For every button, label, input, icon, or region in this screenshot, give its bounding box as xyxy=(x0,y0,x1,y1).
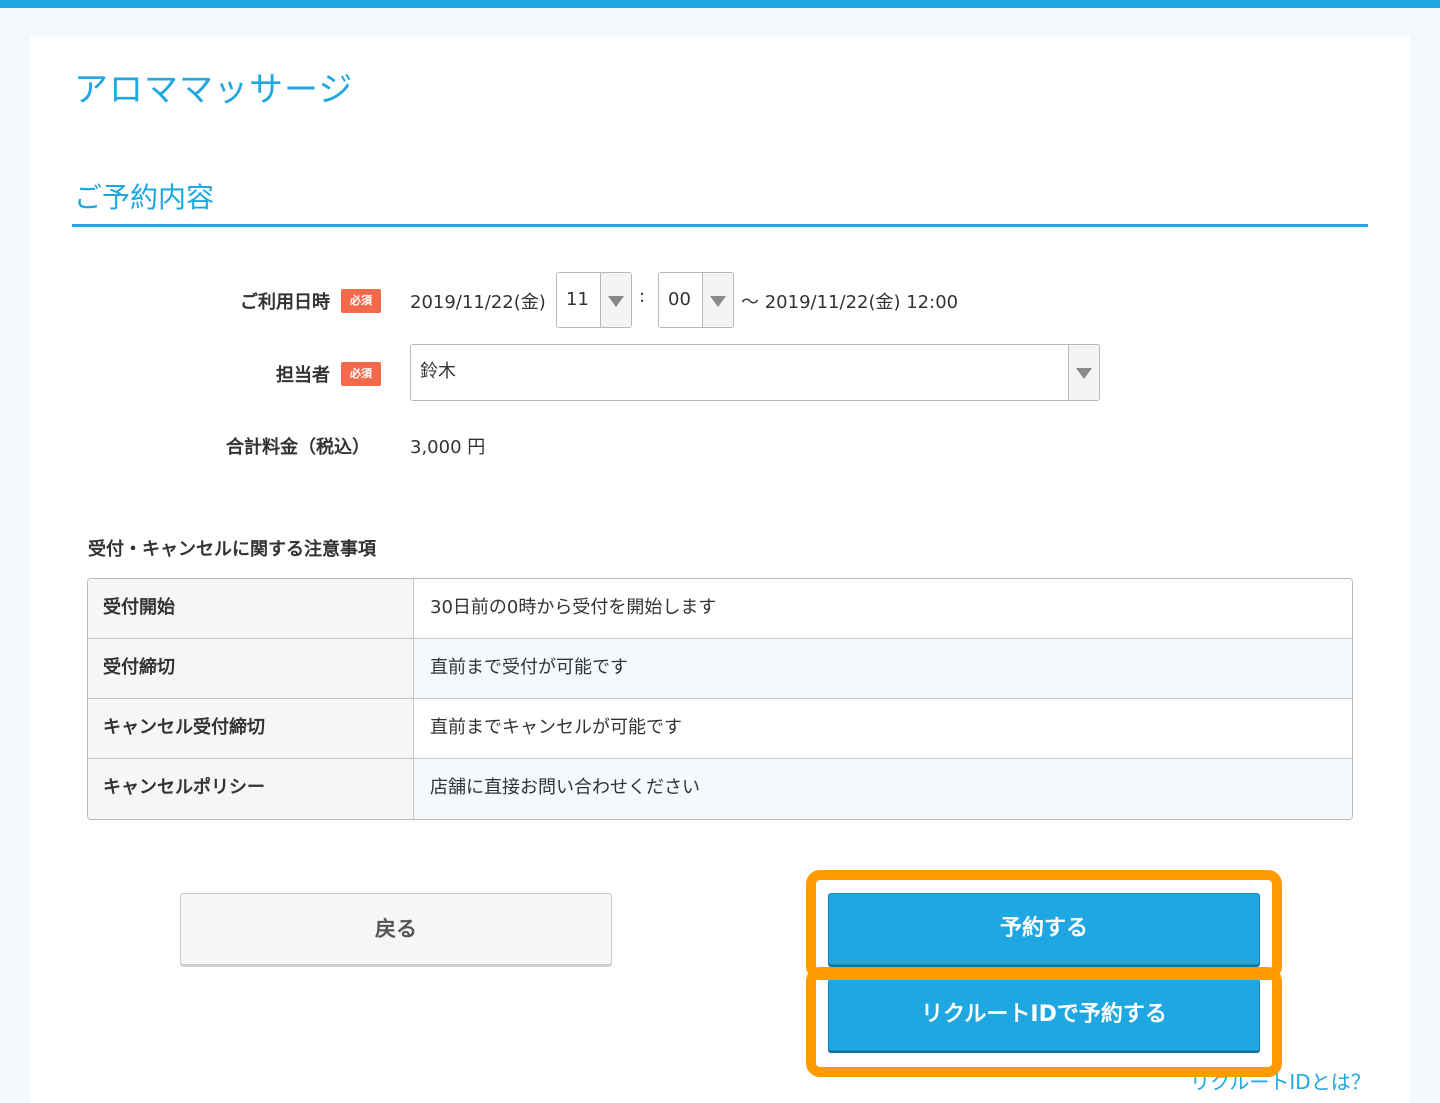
total-label: 合計料金（税込） xyxy=(226,437,370,458)
minute-select-arrow[interactable] xyxy=(702,273,733,327)
table-row: キャンセルポリシー 店舗に直接お問い合わせください xyxy=(88,759,1352,819)
table-row: 受付開始 30日前の0時から受付を開始します xyxy=(88,579,1352,639)
notes-value: 店舗に直接お問い合わせください xyxy=(414,759,1352,819)
notes-key: 受付締切 xyxy=(88,639,414,698)
notes-value: 直前まで受付が可能です xyxy=(414,639,1352,698)
required-badge: 必須 xyxy=(341,289,381,313)
start-date-text: 2019/11/22(金) xyxy=(410,292,546,313)
staff-select-arrow[interactable] xyxy=(1068,345,1099,400)
datetime-label: ご利用日時 xyxy=(240,292,330,313)
hour-select[interactable]: 11 xyxy=(556,272,632,328)
chevron-down-icon xyxy=(608,296,624,307)
total-value: 3,000 円 xyxy=(410,437,486,458)
notes-value: 30日前の0時から受付を開始します xyxy=(414,579,1352,638)
end-datetime-text: 〜 2019/11/22(金) 12:00 xyxy=(741,292,959,313)
staff-select-value: 鈴木 xyxy=(420,361,456,382)
staff-select[interactable]: 鈴木 xyxy=(410,344,1100,401)
back-button[interactable]: 戻る xyxy=(180,893,612,965)
table-row: キャンセル受付締切 直前までキャンセルが可能です xyxy=(88,699,1352,759)
time-colon: : xyxy=(639,286,646,307)
notes-key: 受付開始 xyxy=(88,579,414,638)
reserve-with-recruit-id-button[interactable]: リクルートIDで予約する xyxy=(828,979,1260,1051)
table-row: 受付締切 直前まで受付が可能です xyxy=(88,639,1352,699)
section-divider xyxy=(72,224,1368,227)
staff-label: 担当者 xyxy=(276,365,330,386)
notes-heading: 受付・キャンセルに関する注意事項 xyxy=(88,539,376,560)
notes-key: キャンセルポリシー xyxy=(88,759,414,819)
page-title: アロママッサージ xyxy=(74,70,354,110)
minute-select-value: 00 xyxy=(668,289,691,310)
recruit-id-help-link[interactable]: リクルートIDとは？ xyxy=(1190,1066,1371,1095)
chevron-down-icon xyxy=(1076,368,1092,379)
reserve-button[interactable]: 予約する xyxy=(828,893,1260,965)
required-badge: 必須 xyxy=(341,362,381,386)
hour-select-value: 11 xyxy=(566,289,589,310)
minute-select[interactable]: 00 xyxy=(658,272,734,328)
hour-select-arrow[interactable] xyxy=(600,273,631,327)
chevron-down-icon xyxy=(710,296,726,307)
notes-value: 直前までキャンセルが可能です xyxy=(414,699,1352,758)
section-title: ご予約内容 xyxy=(74,181,215,214)
notes-table: 受付開始 30日前の0時から受付を開始します 受付締切 直前まで受付が可能です … xyxy=(87,578,1353,820)
top-accent-bar xyxy=(0,0,1440,8)
notes-key: キャンセル受付締切 xyxy=(88,699,414,758)
